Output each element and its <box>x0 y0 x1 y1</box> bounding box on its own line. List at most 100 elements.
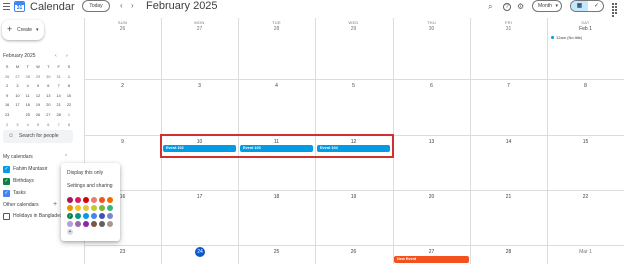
timed-event[interactable]: 12am (No title) <box>551 35 582 41</box>
color-swatch[interactable] <box>67 221 73 227</box>
mini-day[interactable]: 24 <box>12 110 23 121</box>
color-swatch[interactable] <box>91 213 97 219</box>
chevron-up-icon[interactable]: ⌃ <box>64 154 68 160</box>
mini-day[interactable]: 30 <box>43 73 53 83</box>
calendar-checkbox[interactable]: ✓ <box>3 166 10 173</box>
color-swatch[interactable] <box>107 221 113 227</box>
day-number[interactable]: 28 <box>470 249 547 255</box>
view-switcher-button[interactable]: Month ▾ <box>532 0 562 12</box>
previous-period-icon[interactable]: ‹ <box>120 1 123 10</box>
color-swatch[interactable] <box>75 205 81 211</box>
mini-day[interactable]: 5 <box>33 82 43 92</box>
day-number[interactable]: 13 <box>393 139 470 145</box>
mini-day[interactable]: 20 <box>43 101 53 111</box>
mini-day[interactable]: 27 <box>12 73 22 83</box>
next-period-icon[interactable]: › <box>131 1 134 10</box>
color-swatch[interactable] <box>67 197 73 203</box>
google-apps-icon[interactable] <box>612 3 620 17</box>
search-icon[interactable]: ⌕ <box>488 2 492 12</box>
tasks-view-icon[interactable]: ✓ <box>588 1 603 11</box>
mini-day[interactable]: 6 <box>43 82 53 92</box>
color-swatch[interactable] <box>99 221 105 227</box>
mini-day[interactable]: 15 <box>64 92 74 102</box>
day-number[interactable]: 9 <box>84 139 161 145</box>
add-custom-color-button[interactable]: + <box>67 229 73 235</box>
mini-day[interactable]: 3 <box>12 82 22 92</box>
day-number[interactable]: 26 <box>84 26 161 32</box>
my-calendars-title[interactable]: My calendars <box>3 154 33 160</box>
mini-day[interactable]: 5 <box>33 121 43 131</box>
mini-next-icon[interactable]: › <box>66 53 68 59</box>
mini-day[interactable]: 13 <box>43 92 53 102</box>
day-number[interactable]: 15 <box>547 139 624 145</box>
day-number[interactable]: 28 <box>238 26 315 32</box>
day-number[interactable]: 22 <box>547 194 624 200</box>
color-swatch[interactable] <box>91 205 97 211</box>
mini-day[interactable]: 1 <box>64 72 74 83</box>
mini-day[interactable]: 2 <box>2 82 12 92</box>
mini-day[interactable]: 21 <box>53 101 63 111</box>
mini-day[interactable]: 14 <box>53 92 63 102</box>
mini-day[interactable]: 10 <box>12 92 22 102</box>
day-number[interactable]: 27 <box>393 249 470 255</box>
mini-day[interactable]: 25 <box>23 111 33 121</box>
day-number[interactable]: 21 <box>470 194 547 200</box>
mini-day[interactable]: 26 <box>33 111 43 121</box>
day-number[interactable]: 6 <box>393 83 470 89</box>
calendar-view-icon[interactable]: ▦ <box>571 1 588 11</box>
day-number[interactable]: Feb 1 <box>547 26 624 32</box>
mini-day[interactable]: 22 <box>64 101 74 111</box>
color-swatch[interactable] <box>107 197 113 203</box>
day-number[interactable]: 29 <box>315 26 392 32</box>
day-number[interactable]: 14 <box>470 139 547 145</box>
mini-day[interactable]: 26 <box>2 73 12 83</box>
mini-day[interactable]: 18 <box>23 101 33 111</box>
color-swatch[interactable] <box>99 197 105 203</box>
color-swatch[interactable] <box>99 213 105 219</box>
mini-day[interactable]: 4 <box>23 82 33 92</box>
calendar-checkbox[interactable]: ✓ <box>3 178 10 185</box>
day-number[interactable]: 27 <box>161 26 238 32</box>
add-other-calendar-icon[interactable]: + <box>53 201 57 208</box>
mini-day[interactable]: 7 <box>53 82 63 92</box>
mini-day[interactable]: 19 <box>33 101 43 111</box>
calendar-checkbox[interactable]: ✓ <box>3 190 10 197</box>
event-chip[interactable]: New Event <box>394 256 469 263</box>
day-number[interactable]: 7 <box>470 83 547 89</box>
color-swatch[interactable] <box>107 205 113 211</box>
calendar-checkbox[interactable] <box>3 213 10 220</box>
color-swatch[interactable]: ✓ <box>67 213 73 219</box>
day-number[interactable]: 20 <box>393 194 470 200</box>
color-swatch[interactable] <box>91 221 97 227</box>
mini-day[interactable]: 3 <box>12 121 22 131</box>
day-number[interactable]: 25 <box>238 249 315 255</box>
mini-day[interactable]: 2 <box>2 121 12 131</box>
day-number[interactable]: 19 <box>315 194 392 200</box>
mini-day[interactable]: 4 <box>23 121 33 131</box>
mini-day[interactable]: 11 <box>23 92 33 102</box>
day-number[interactable]: 2 <box>84 83 161 89</box>
create-button[interactable]: + Create ▾ <box>2 20 44 40</box>
mini-day[interactable]: 16 <box>2 101 12 111</box>
mini-day[interactable]: 8 <box>64 121 74 131</box>
today-button[interactable]: Today <box>82 0 110 12</box>
day-number[interactable]: 18 <box>238 194 315 200</box>
color-swatch[interactable] <box>91 197 97 203</box>
mini-day[interactable]: 31 <box>53 73 63 83</box>
color-swatch[interactable] <box>83 221 89 227</box>
color-swatch[interactable] <box>83 213 89 219</box>
today-date-marker[interactable]: 24 <box>195 247 205 257</box>
day-number[interactable]: 17 <box>161 194 238 200</box>
color-swatch[interactable] <box>83 197 89 203</box>
mini-day[interactable]: 7 <box>53 121 63 131</box>
color-swatch[interactable] <box>107 213 113 219</box>
mini-day[interactable]: 8 <box>64 82 74 92</box>
day-number[interactable]: 23 <box>84 249 161 255</box>
mini-day[interactable]: 28 <box>53 111 63 121</box>
day-number[interactable]: 26 <box>315 249 392 255</box>
search-people-input[interactable]: ☺ Search for people <box>3 130 73 143</box>
day-number[interactable]: 8 <box>547 83 624 89</box>
mini-day[interactable]: 9 <box>2 92 12 102</box>
color-swatch[interactable] <box>75 221 81 227</box>
main-menu-icon[interactable] <box>3 3 10 10</box>
